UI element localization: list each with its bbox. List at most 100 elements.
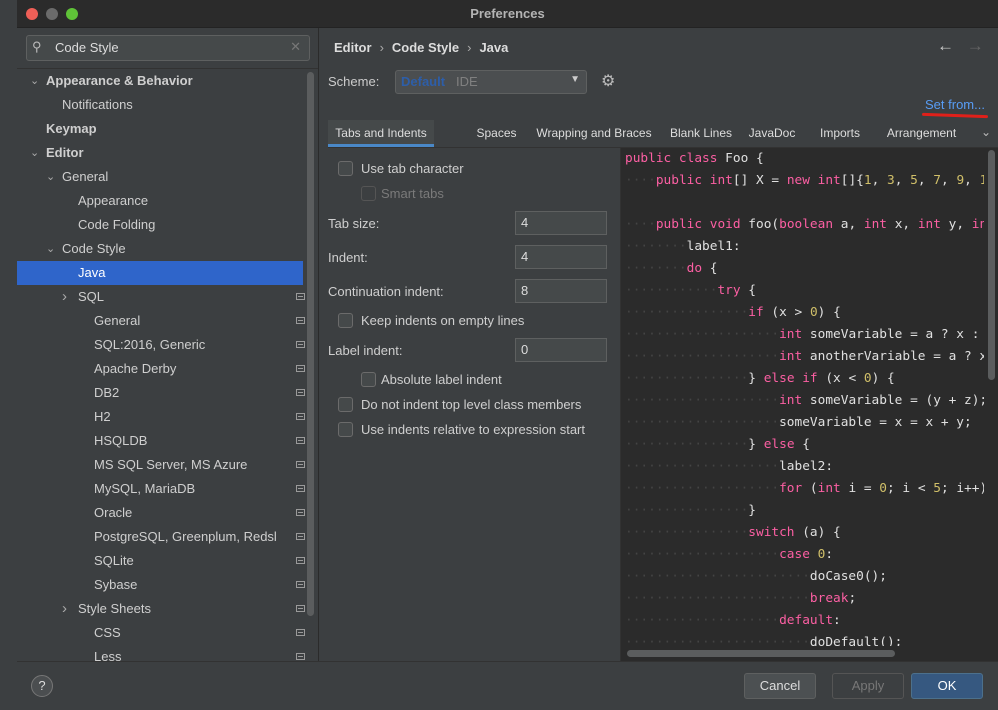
project-settings-icon — [296, 461, 305, 468]
scheme-tag: IDE — [456, 74, 478, 89]
code-line: ························doCase0(); — [625, 569, 887, 584]
red-underline-annotation — [921, 112, 989, 119]
cancel-button[interactable]: Cancel — [744, 673, 816, 699]
tree-item-label: Code Folding — [78, 217, 156, 232]
tree-item-label: PostgreSQL, Greenplum, Redsl — [94, 529, 277, 544]
ok-button[interactable]: OK — [911, 673, 983, 699]
project-settings-icon — [296, 533, 305, 540]
tab-bar: Tabs and Indents Spaces Wrapping and Brace… — [328, 120, 998, 148]
tab-arrangement[interactable]: Arrangement — [877, 120, 966, 147]
tree-item[interactable]: PostgreSQL, Greenplum, Redsl — [17, 525, 305, 549]
use-tab-character-checkbox[interactable] — [338, 161, 353, 176]
tree-item[interactable]: Appearance — [17, 189, 303, 213]
code-line: ················switch (a) { — [625, 525, 841, 540]
code-line: ················} — [625, 503, 756, 518]
tree-item[interactable]: CSS — [17, 621, 305, 645]
smart-tabs-checkbox[interactable] — [361, 186, 376, 201]
continuation-indent-label: Continuation indent: — [328, 284, 444, 299]
tree-item[interactable]: › SQL — [17, 285, 305, 309]
search-value: Code Style — [55, 40, 119, 55]
tree-item[interactable]: MS SQL Server, MS Azure — [17, 453, 305, 477]
tree-item-label: Oracle — [94, 505, 133, 520]
chevron-down-icon[interactable]: ⌄ — [30, 141, 39, 165]
continuation-indent-field[interactable]: 8 — [515, 279, 607, 303]
preview-vertical-scrollbar[interactable] — [984, 148, 998, 646]
chevron-right-icon[interactable]: › — [62, 285, 67, 309]
panel-divider[interactable] — [318, 28, 319, 661]
tab-blank-lines[interactable]: Blank Lines — [661, 120, 741, 147]
tree-item[interactable]: Notifications — [17, 93, 303, 117]
breadcrumb-editor[interactable]: Editor — [334, 40, 372, 55]
tree-item[interactable]: SQL:2016, Generic — [17, 333, 305, 357]
tree-item[interactable]: DB2 — [17, 381, 305, 405]
chevron-down-icon[interactable]: ⌄ — [30, 69, 39, 93]
tree-item[interactable]: ⌄ General — [17, 165, 303, 189]
label-indent-field[interactable]: 0 — [515, 338, 607, 362]
no-indent-top-level-checkbox[interactable] — [338, 397, 353, 412]
tab-tabs-and-indents[interactable]: Tabs and Indents — [328, 120, 434, 147]
project-settings-icon — [296, 365, 305, 372]
forward-arrow-icon[interactable]: → — [967, 36, 984, 55]
tree-item[interactable]: MySQL, MariaDB — [17, 477, 305, 501]
chevron-down-icon[interactable]: ⌄ — [46, 165, 55, 189]
project-settings-icon — [296, 437, 305, 444]
apply-button[interactable]: Apply — [832, 673, 904, 699]
breadcrumb-java: Java — [479, 40, 509, 55]
tree-item[interactable]: › Style Sheets — [17, 597, 305, 621]
tabs-overflow-chevron-icon[interactable]: ⌄ — [981, 125, 991, 139]
project-settings-icon — [296, 509, 305, 516]
tree-item[interactable]: Sybase — [17, 573, 305, 597]
tree-item[interactable]: Oracle — [17, 501, 305, 525]
tree-item[interactable]: Less — [17, 645, 305, 661]
clear-search-icon[interactable]: ✕ — [290, 39, 301, 55]
set-from-link[interactable]: Set from... — [925, 97, 985, 112]
tree-item[interactable]: HSQLDB — [17, 429, 305, 453]
dialog-footer: ? Cancel Apply OK — [17, 661, 998, 710]
tree-item[interactable]: ⌄ Appearance & Behavior — [17, 69, 303, 93]
tree-item[interactable]: H2 — [17, 405, 305, 429]
preview-horizontal-scrollbar[interactable] — [621, 646, 998, 661]
help-button[interactable]: ? — [31, 675, 53, 697]
tree-item-label: CSS — [94, 625, 121, 640]
sidebar-scrollbar[interactable] — [307, 72, 314, 616]
project-settings-icon — [296, 317, 305, 324]
chevron-right-icon[interactable]: › — [62, 597, 67, 621]
tab-size-field[interactable]: 4 — [515, 211, 607, 235]
relative-indents-checkbox[interactable] — [338, 422, 353, 437]
tab-imports[interactable]: Imports — [805, 120, 875, 147]
code-line: ····················int anotherVariable … — [625, 349, 984, 364]
tree-item-label: Keymap — [46, 121, 97, 136]
tree-item[interactable]: Code Folding — [17, 213, 303, 237]
tree-item[interactable]: Keymap — [17, 117, 303, 141]
tree-item-label: Style Sheets — [78, 601, 151, 616]
tree-item[interactable]: ⌄ Editor — [17, 141, 303, 165]
code-line: ····public int[] X = new int[]{1, 3, 5, … — [625, 173, 984, 188]
tree-item-label: Code Style — [62, 241, 126, 256]
code-line: ················if (x > 0) { — [625, 305, 841, 320]
tree-item[interactable]: ⌄ Code Style — [17, 237, 303, 261]
code-line: ····················someVariable = x = x… — [625, 415, 972, 430]
scheme-dropdown[interactable]: Default IDE ▼ — [395, 70, 587, 94]
tree-item-label: SQLite — [94, 553, 134, 568]
tab-wrapping-and-braces[interactable]: Wrapping and Braces — [523, 120, 665, 147]
code-line: ····················for (int i = 0; i < … — [625, 481, 984, 496]
code-line: public class Foo { — [625, 151, 764, 166]
settings-search-input[interactable]: ⚲ Code Style ✕ — [26, 35, 310, 61]
absolute-label-indent-checkbox[interactable] — [361, 372, 376, 387]
chevron-down-icon[interactable]: ⌄ — [46, 237, 55, 261]
tree-item[interactable]: General — [17, 309, 305, 333]
tab-javadoc[interactable]: JavaDoc — [735, 120, 809, 147]
relative-indents-label: Use indents relative to expression start — [361, 422, 585, 437]
tree-item[interactable]: SQLite — [17, 549, 305, 573]
tree-item-label: MySQL, MariaDB — [94, 481, 196, 496]
back-arrow-icon[interactable]: ← — [937, 36, 954, 55]
indent-field[interactable]: 4 — [515, 245, 607, 269]
breadcrumb-code-style[interactable]: Code Style — [392, 40, 459, 55]
tree-item[interactable]: Java — [17, 261, 303, 285]
tree-item[interactable]: Apache Derby — [17, 357, 305, 381]
tree-item-label: Apache Derby — [94, 361, 177, 376]
gear-icon[interactable]: ⚙ — [601, 71, 615, 91]
keep-indents-checkbox[interactable] — [338, 313, 353, 328]
tree-item-label: MS SQL Server, MS Azure — [94, 457, 248, 472]
project-settings-icon — [296, 293, 305, 300]
